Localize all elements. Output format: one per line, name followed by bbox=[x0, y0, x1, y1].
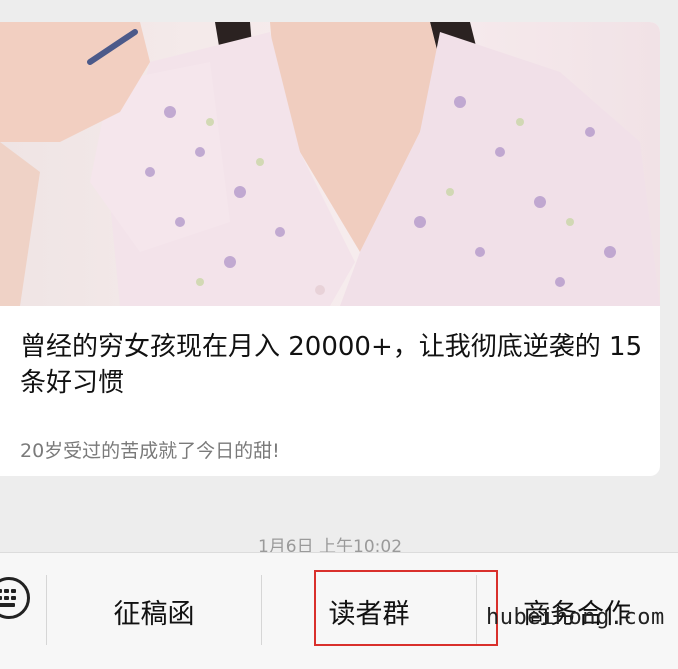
article-card[interactable]: 曾经的穷女孩现在月入 20000+，让我彻底逆袭的 15 条好习惯 20岁受过的… bbox=[0, 22, 660, 476]
article-title[interactable]: 曾经的穷女孩现在月入 20000+，让我彻底逆袭的 15 条好习惯 bbox=[20, 329, 650, 401]
keyboard-icon[interactable] bbox=[0, 577, 30, 619]
watermark-text: hubeihong.com bbox=[486, 605, 665, 630]
highlight-box bbox=[314, 570, 498, 646]
menu-item-submission[interactable]: 征稿函 bbox=[47, 553, 261, 669]
article-subtitle: 20岁受过的苦成就了今日的甜! bbox=[20, 440, 280, 462]
article-cover-image bbox=[0, 22, 660, 306]
